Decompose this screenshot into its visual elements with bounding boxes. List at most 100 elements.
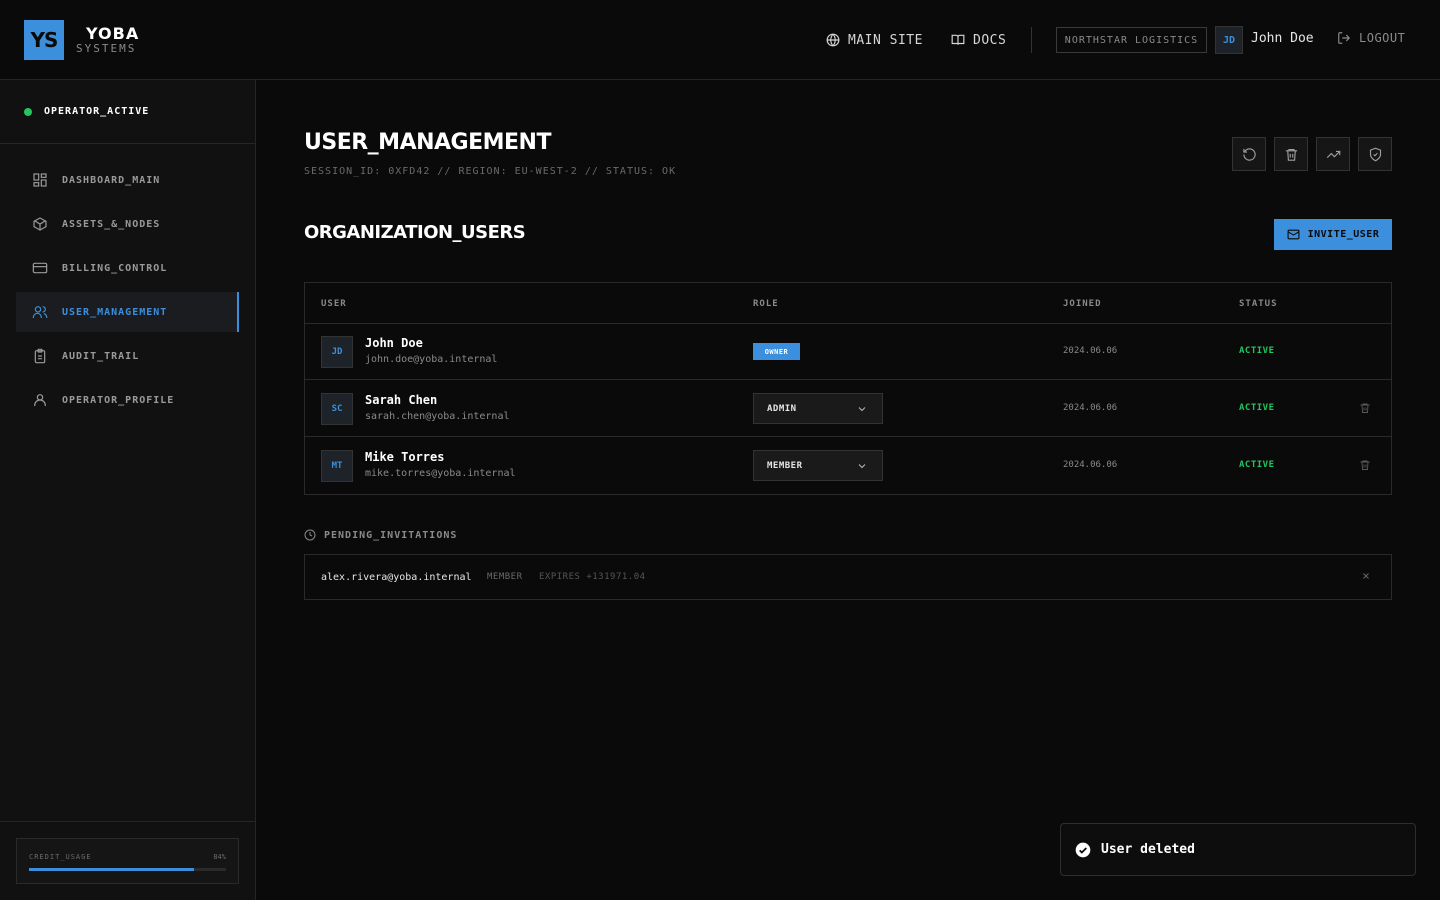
brand-logo[interactable]: YS (24, 20, 64, 60)
toast-notification: User deleted (1060, 823, 1416, 876)
sidebar-item-operator-profile[interactable]: OPERATOR_PROFILE (16, 380, 239, 420)
sidebar-item-label: DASHBOARD_MAIN (62, 174, 161, 186)
column-header-status: STATUS (1239, 299, 1278, 309)
role-select-value: ADMIN (767, 403, 797, 414)
sidebar-item-dashboard[interactable]: DASHBOARD_MAIN (16, 160, 239, 200)
main-site-link[interactable]: MAIN SITE (826, 31, 923, 49)
role-select[interactable]: ADMIN (753, 393, 883, 424)
sidebar-item-label: BILLING_CONTROL (62, 262, 168, 274)
user-name: John Doe (365, 336, 423, 350)
clipboard-icon (34, 348, 46, 364)
user-avatar: SC (321, 393, 353, 425)
user-email: mike.torres@yoba.internal (365, 468, 516, 479)
column-header-user: USER (321, 299, 347, 309)
header-divider (1031, 27, 1032, 53)
box-icon (33, 217, 47, 231)
logout-icon (1338, 32, 1351, 44)
header-username: John Doe (1251, 31, 1314, 46)
sidebar-item-label: USER_MANAGEMENT (62, 306, 168, 318)
book-icon (951, 34, 965, 45)
sidebar-item-billing[interactable]: BILLING_CONTROL (16, 248, 239, 288)
sidebar: OPERATOR_ACTIVE DASHBOARD_MAIN ASSETS_&_… (0, 80, 256, 900)
clock-icon (304, 529, 316, 541)
shield-check-icon (1369, 147, 1381, 161)
sidebar-item-user-management[interactable]: USER_MANAGEMENT (16, 292, 239, 332)
user-avatar: MT (321, 450, 353, 482)
user-avatar: JD (321, 336, 353, 368)
user-joined-date: 2024.06.06 (1063, 403, 1118, 413)
invite-expires: EXPIRES +131971.04 (539, 572, 646, 582)
user-email: john.doe@yoba.internal (365, 354, 498, 365)
user-name: Mike Torres (365, 450, 445, 464)
delete-user-icon[interactable] (1359, 459, 1371, 471)
user-icon (34, 394, 46, 406)
invite-email: alex.rivera@yoba.internal (321, 572, 472, 583)
dashboard-icon (33, 173, 47, 187)
role-select-value: MEMBER (767, 460, 803, 471)
toast-message: User deleted (1101, 842, 1195, 857)
role-select[interactable]: MEMBER (753, 450, 883, 481)
close-icon[interactable] (1361, 571, 1371, 581)
docs-label: DOCS (973, 32, 1007, 48)
user-status: ACTIVE (1239, 460, 1275, 470)
analytics-button[interactable] (1316, 137, 1350, 171)
session-info: SESSION_ID: 0XFD42 // REGION: EU-WEST-2 … (304, 166, 677, 177)
pending-invitations-header: PENDING_INVITATIONS (304, 529, 457, 541)
globe-icon (826, 33, 840, 47)
trash-icon (1285, 148, 1297, 161)
trending-up-icon (1326, 150, 1340, 158)
sidebar-divider (0, 821, 255, 822)
user-name: Sarah Chen (365, 393, 438, 407)
top-header: YS YOBA SYSTEMS MAIN SITE DOCS NORTHSTAR… (0, 0, 1440, 80)
security-button[interactable] (1358, 137, 1392, 171)
credit-usage-fill (29, 868, 195, 871)
sidebar-item-label: ASSETS_&_NODES (62, 218, 161, 230)
credit-usage-percent: 84% (213, 853, 226, 861)
user-status: ACTIVE (1239, 403, 1275, 413)
sidebar-item-label: AUDIT_TRAIL (62, 350, 140, 362)
refresh-button[interactable] (1232, 137, 1266, 171)
logout-label: LOGOUT (1359, 31, 1406, 45)
page-title: USER_MANAGEMENT (304, 130, 551, 155)
chevron-down-icon (858, 463, 866, 468)
invite-user-button[interactable]: INVITE_USER (1274, 219, 1392, 250)
users-icon (32, 306, 48, 318)
org-selector[interactable]: NORTHSTAR LOGISTICS (1056, 27, 1207, 53)
brand-name: YOBA (86, 24, 140, 43)
credit-card-icon (32, 262, 48, 274)
operator-status-label: OPERATOR_ACTIVE (44, 106, 150, 117)
users-table: USER ROLE JOINED STATUS JD John Doe john… (304, 282, 1392, 495)
table-row: MT Mike Torres mike.torres@yoba.internal… (305, 437, 1391, 494)
table-row: SC Sarah Chen sarah.chen@yoba.internal A… (305, 380, 1391, 437)
docs-link[interactable]: DOCS (951, 31, 1006, 49)
logout-button[interactable]: LOGOUT (1337, 31, 1405, 45)
invite-user-label: INVITE_USER (1307, 229, 1380, 240)
credit-usage-bar (29, 868, 226, 871)
refresh-icon (1242, 147, 1256, 161)
credit-usage-label: CREDIT_USAGE (29, 853, 92, 861)
list-item: alex.rivera@yoba.internal MEMBER EXPIRES… (304, 554, 1392, 600)
user-email: sarah.chen@yoba.internal (365, 411, 510, 422)
delete-user-icon[interactable] (1359, 402, 1371, 414)
section-title: ORGANIZATION_USERS (304, 222, 526, 243)
user-status: ACTIVE (1239, 346, 1275, 356)
main-site-label: MAIN SITE (848, 32, 923, 48)
column-header-role: ROLE (753, 299, 779, 309)
sidebar-item-audit-trail[interactable]: AUDIT_TRAIL (16, 336, 239, 376)
delete-button[interactable] (1274, 137, 1308, 171)
brand-subtitle: SYSTEMS (76, 42, 137, 55)
owner-role-badge: OWNER (753, 343, 800, 360)
header-avatar[interactable]: JD (1215, 26, 1243, 54)
mail-icon (1287, 229, 1300, 240)
sidebar-item-label: OPERATOR_PROFILE (62, 394, 175, 406)
check-circle-icon (1075, 842, 1091, 857)
chevron-down-icon (858, 406, 866, 411)
operator-status: OPERATOR_ACTIVE (0, 80, 255, 144)
user-joined-date: 2024.06.06 (1063, 346, 1118, 356)
status-dot (24, 107, 32, 116)
sidebar-item-assets[interactable]: ASSETS_&_NODES (16, 204, 239, 244)
pending-invitations-title: PENDING_INVITATIONS (324, 529, 458, 541)
invite-role: MEMBER (487, 572, 523, 582)
credit-usage-card: CREDIT_USAGE 84% (16, 838, 239, 884)
user-joined-date: 2024.06.06 (1063, 460, 1118, 470)
